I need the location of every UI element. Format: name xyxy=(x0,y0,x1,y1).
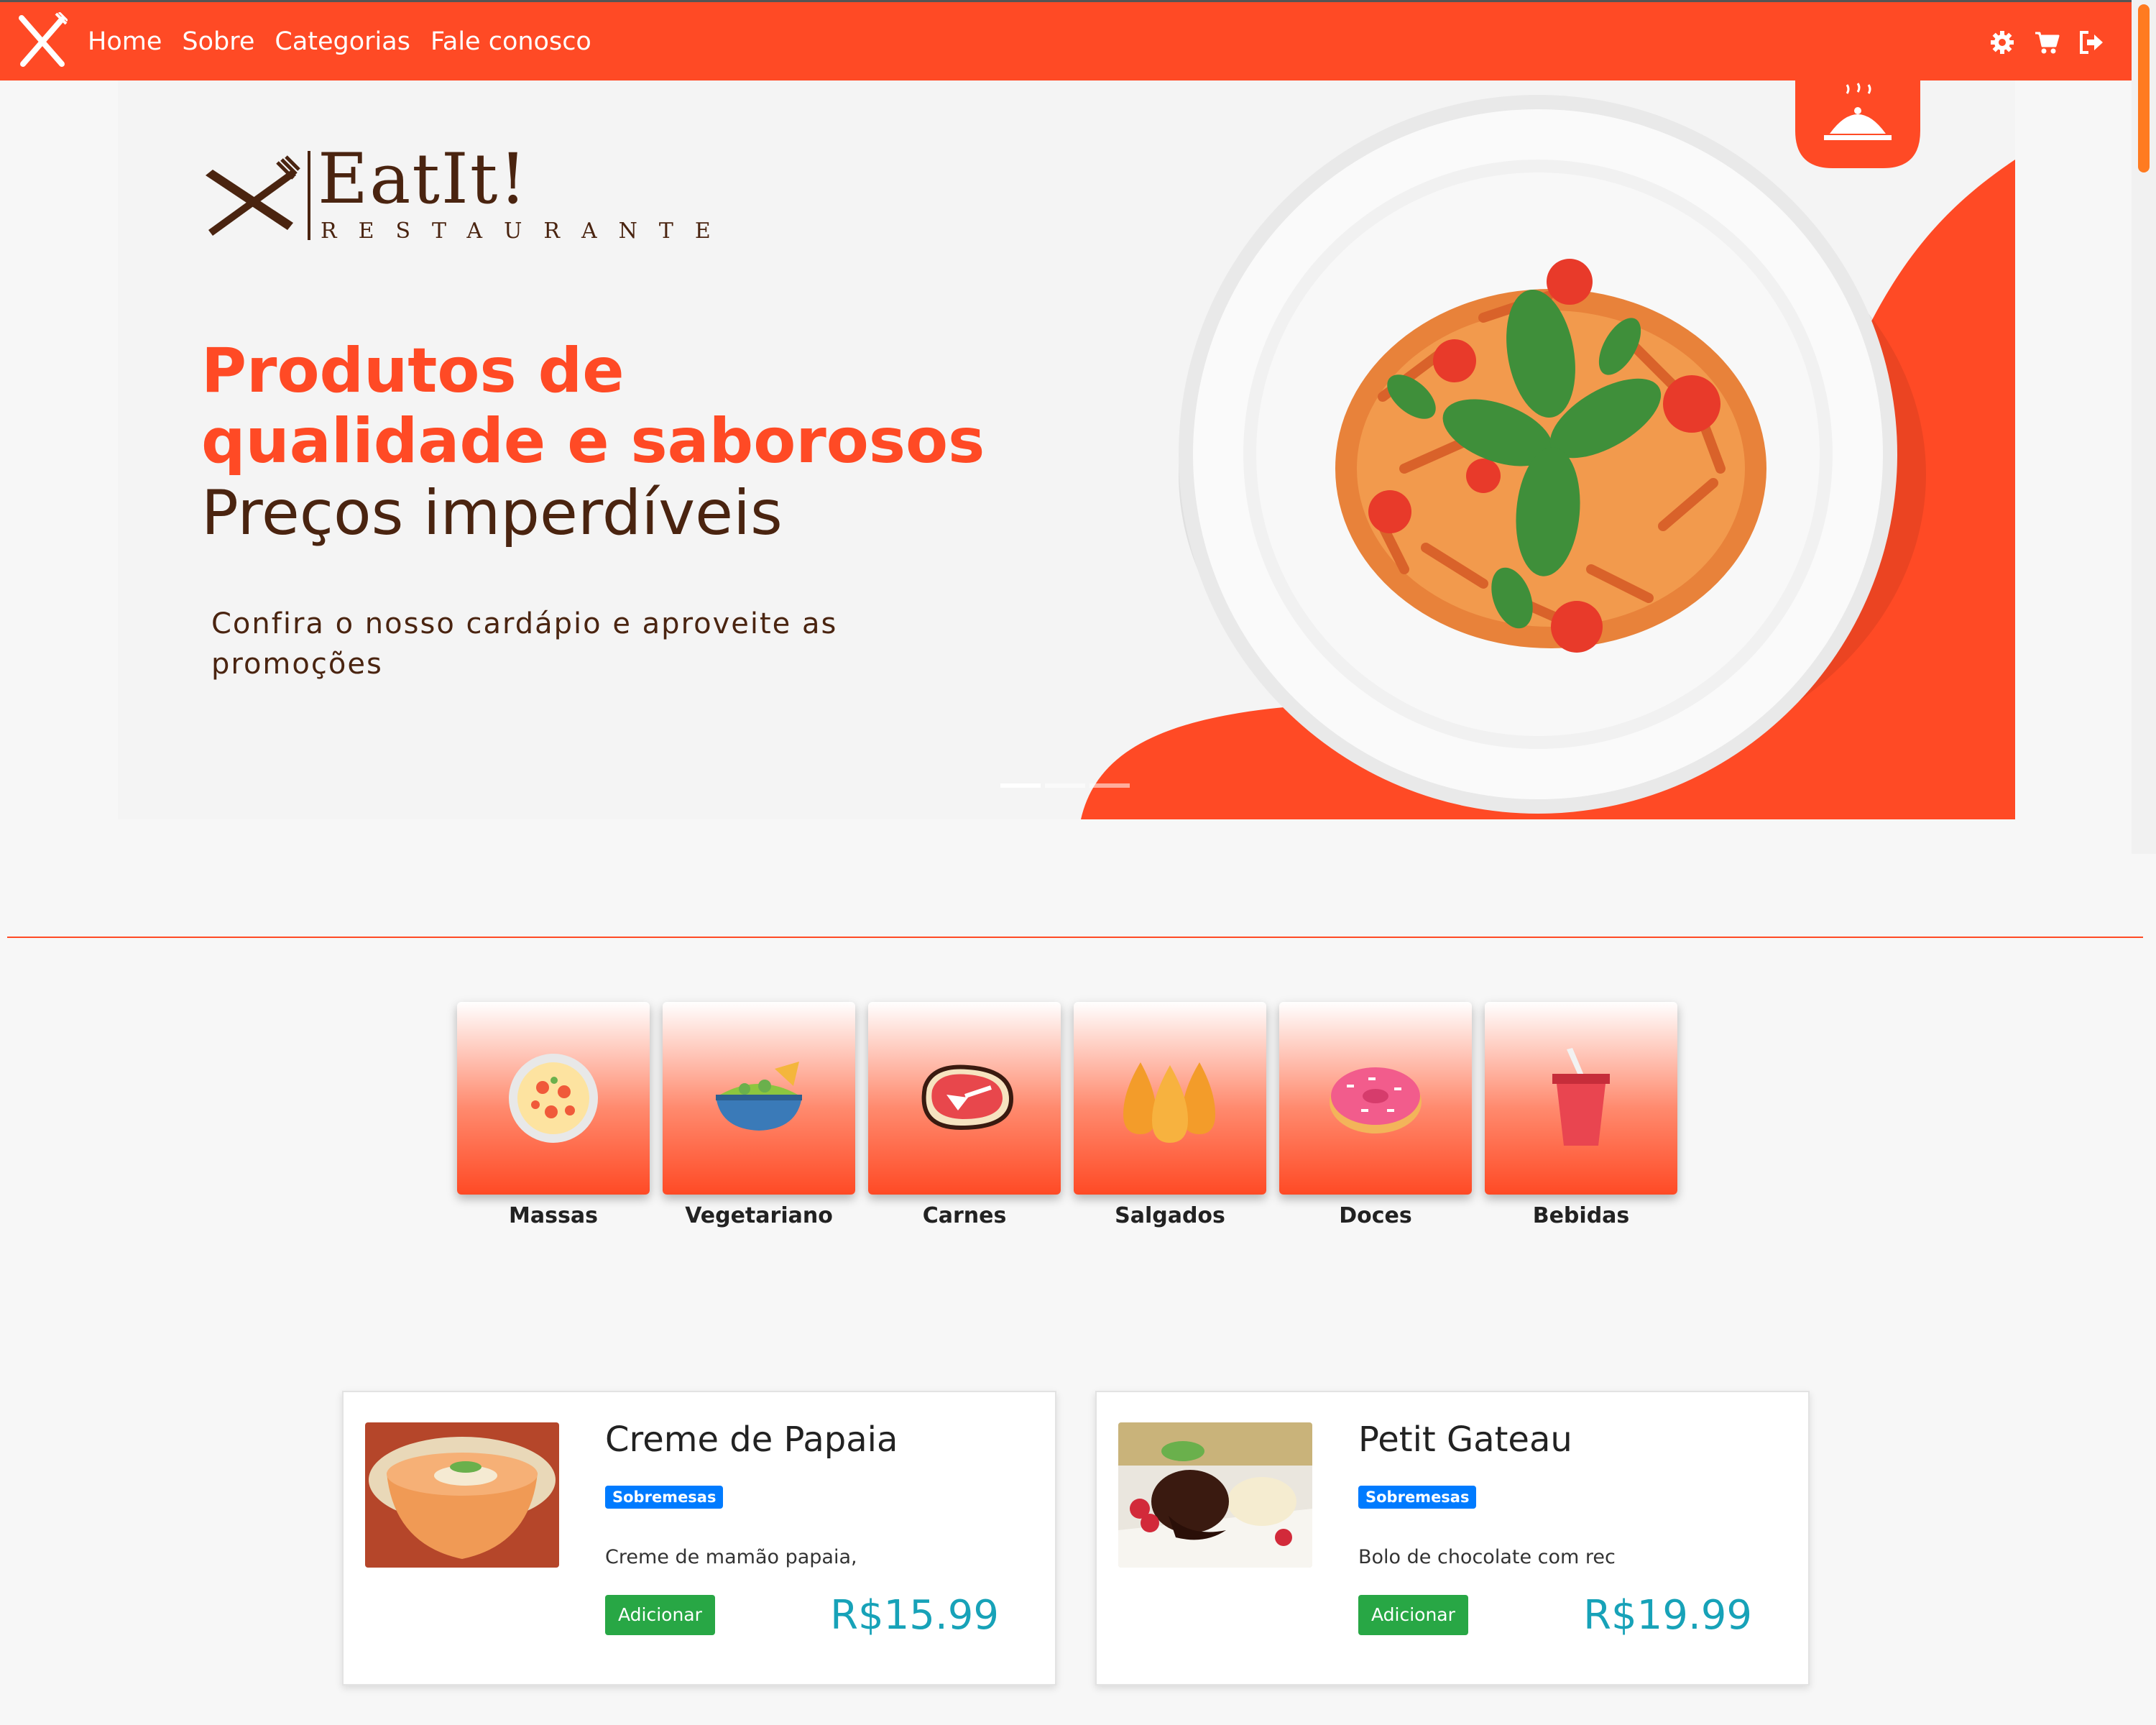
nav-link-home[interactable]: Home xyxy=(88,24,162,60)
section-divider xyxy=(7,937,2143,938)
product-price: R$15.99 xyxy=(830,1592,999,1639)
product-card-petit-gateau: Petit Gateau Sobremesas Bolo de chocolat… xyxy=(1095,1391,1810,1685)
brand-subtitle: RESTAURANTE xyxy=(321,218,732,244)
add-to-cart-button[interactable]: Adicionar xyxy=(1358,1595,1468,1635)
carousel-indicator-3[interactable] xyxy=(1089,783,1130,788)
product-title: Petit Gateau xyxy=(1358,1420,1572,1460)
category-label: Bebidas xyxy=(1532,1203,1630,1228)
nav-links: Home Sobre Categorias Fale conosco xyxy=(88,24,591,60)
scrollbar-thumb[interactable] xyxy=(2138,4,2150,172)
fork-knife-logo-icon[interactable] xyxy=(16,12,68,70)
carousel-indicator-1[interactable] xyxy=(1000,783,1041,788)
add-to-cart-button[interactable]: Adicionar xyxy=(605,1595,715,1635)
nav-icons xyxy=(1989,29,2104,55)
hero-headline-line-1: Produtos de xyxy=(201,335,625,407)
nav-link-categorias[interactable]: Categorias xyxy=(275,24,410,60)
product-card-creme-de-papaia: Creme de Papaia Sobremesas Creme de mamã… xyxy=(342,1391,1056,1685)
hero-headline-line-2: qualidade e saborosos xyxy=(201,405,985,477)
product-description: Bolo de chocolate com rech xyxy=(1358,1546,1617,1568)
cart-icon[interactable] xyxy=(2034,29,2060,55)
category-bebidas[interactable]: Bebidas xyxy=(1485,1002,1677,1230)
category-label: Salgados xyxy=(1115,1203,1225,1228)
brand-divider xyxy=(308,151,310,240)
gear-icon[interactable] xyxy=(1989,29,2015,55)
sign-out-icon[interactable] xyxy=(2078,29,2104,55)
page-scrollbar[interactable] xyxy=(2132,0,2156,854)
carousel-indicator-2[interactable] xyxy=(1045,783,1085,788)
category-label: Vegetariano xyxy=(685,1203,833,1228)
category-badge: Sobremesas xyxy=(1358,1486,1477,1509)
hero-headline-line-3: Preços imperdíveis xyxy=(201,477,783,549)
category-badge: Sobremesas xyxy=(605,1486,724,1509)
nav-link-sobre[interactable]: Sobre xyxy=(182,24,254,60)
hero-description: Confira o nosso cardápio e aproveite as … xyxy=(211,607,838,681)
fork-knife-brand-icon xyxy=(206,155,300,236)
drink-cup-icon xyxy=(1552,1048,1610,1146)
salad-bowl-icon xyxy=(716,1062,802,1131)
category-tile[interactable] xyxy=(1279,1002,1472,1195)
category-tile[interactable] xyxy=(1485,1002,1677,1195)
category-label: Carnes xyxy=(922,1203,1007,1228)
category-doces[interactable]: Doces xyxy=(1279,1002,1472,1230)
hero-carousel[interactable]: EatIt! RESTAURANTE Produtos de qualidade… xyxy=(118,80,2015,819)
category-tile[interactable] xyxy=(663,1002,855,1195)
category-massas[interactable]: Massas xyxy=(457,1002,650,1230)
coxinha-icon xyxy=(1123,1062,1215,1143)
product-price: R$19.99 xyxy=(1583,1592,1752,1639)
donut-icon xyxy=(1330,1067,1422,1133)
category-salgados[interactable]: Salgados xyxy=(1074,1002,1266,1230)
category-carnes[interactable]: Carnes xyxy=(868,1002,1061,1230)
category-tile[interactable] xyxy=(1074,1002,1266,1195)
product-image xyxy=(1118,1422,1312,1568)
category-label: Massas xyxy=(509,1203,598,1228)
category-tile[interactable] xyxy=(868,1002,1061,1195)
product-title: Creme de Papaia xyxy=(605,1420,898,1460)
category-list: Massas Vegetariano Carnes Salgados Doces… xyxy=(457,1002,1677,1230)
steak-icon xyxy=(921,1064,1014,1131)
nav-link-fale-conosco[interactable]: Fale conosco xyxy=(430,24,591,60)
carousel-indicators xyxy=(1000,783,1130,788)
product-image xyxy=(365,1422,559,1568)
top-navbar: Home Sobre Categorias Fale conosco xyxy=(0,0,2132,80)
category-vegetariano[interactable]: Vegetariano xyxy=(663,1002,855,1230)
category-label: Doces xyxy=(1339,1203,1412,1228)
product-description: Creme de mamão papaia, sc xyxy=(605,1546,864,1568)
brand-name: EatIt! xyxy=(318,139,528,219)
category-tile[interactable] xyxy=(457,1002,650,1195)
pasta-plate-icon xyxy=(509,1054,598,1143)
